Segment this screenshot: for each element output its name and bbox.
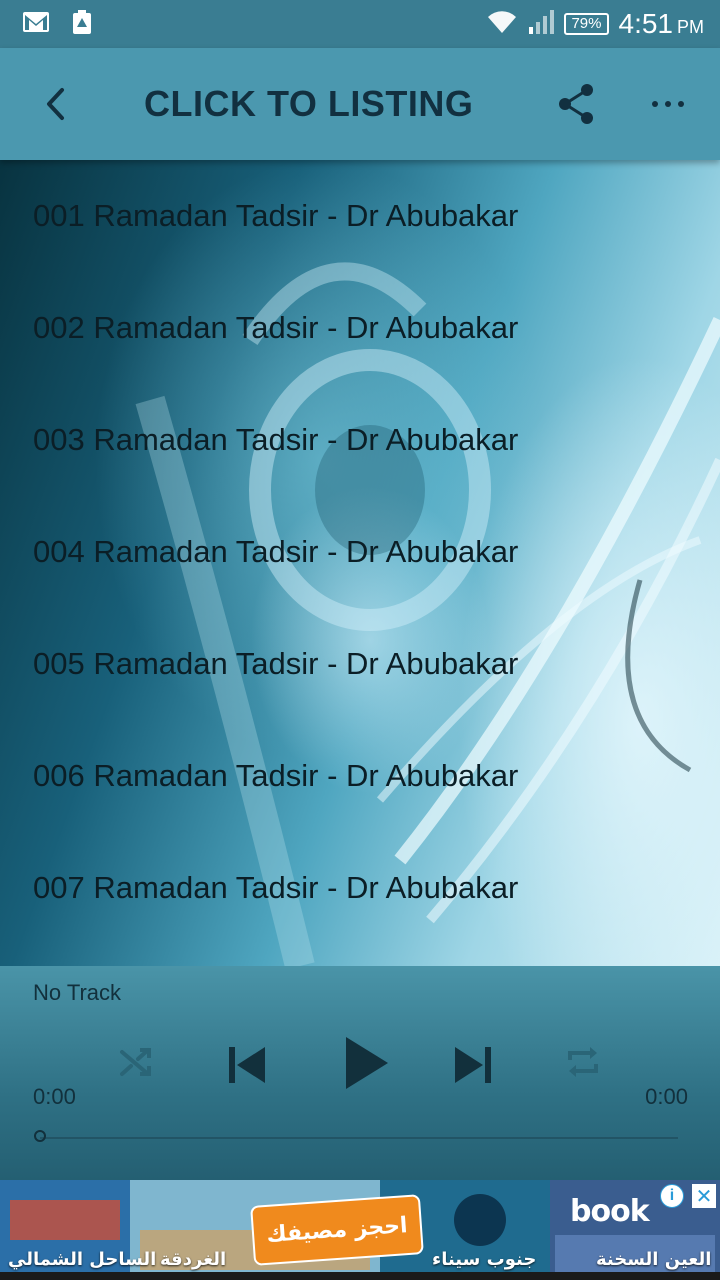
track-item[interactable]: 004 Ramadan Tadsir - Dr Abubakar — [0, 496, 720, 608]
now-playing-label: No Track — [33, 980, 122, 1005]
shuffle-button[interactable] — [114, 1040, 158, 1084]
play-button[interactable] — [336, 1028, 396, 1098]
track-list: 001 Ramadan Tadsir - Dr Abubakar 002 Ram… — [0, 160, 720, 944]
ad-label: الساحل الشمالي — [8, 1249, 157, 1270]
back-arrow-icon — [47, 88, 64, 120]
status-bar: 79% 4:51 PM — [0, 0, 720, 48]
seek-bar[interactable] — [40, 1137, 678, 1139]
track-item[interactable]: 007 Ramadan Tadsir - Dr Abubakar — [0, 832, 720, 944]
audio-player: No Track 0:00 0:00 — [0, 966, 720, 1180]
share-button[interactable] — [550, 76, 602, 132]
shuffle-icon — [120, 1048, 151, 1076]
ad-cta-button[interactable]: احجز مصيفك — [250, 1194, 424, 1266]
skip-previous-icon — [229, 1047, 265, 1083]
current-time: 0:00 — [33, 1084, 76, 1109]
share-icon — [559, 84, 593, 124]
play-icon — [346, 1037, 388, 1089]
more-dots-icon — [652, 101, 684, 107]
track-item[interactable]: 002 Ramadan Tadsir - Dr Abubakar — [0, 272, 720, 384]
track-item[interactable]: 006 Ramadan Tadsir - Dr Abubakar — [0, 720, 720, 832]
track-item[interactable]: 001 Ramadan Tadsir - Dr Abubakar — [0, 160, 720, 272]
ad-close-icon[interactable]: ✕ — [692, 1184, 716, 1208]
more-options-button[interactable] — [640, 76, 696, 132]
track-list-area[interactable]: 001 Ramadan Tadsir - Dr Abubakar 002 Ram… — [0, 160, 720, 966]
track-item[interactable]: 005 Ramadan Tadsir - Dr Abubakar — [0, 608, 720, 720]
signal-icon — [528, 9, 555, 40]
seek-thumb[interactable] — [34, 1130, 46, 1142]
skip-next-icon — [455, 1047, 491, 1083]
drive-warning-icon — [72, 9, 92, 40]
ad-info-icon[interactable]: i — [660, 1184, 684, 1208]
previous-button[interactable] — [222, 1040, 272, 1090]
next-button[interactable] — [448, 1040, 498, 1090]
bottom-edge — [0, 1272, 720, 1280]
ad-label: جنوب سيناء — [432, 1249, 537, 1270]
player-controls — [0, 1026, 720, 1102]
battery-indicator: 79% — [564, 13, 609, 35]
repeat-icon — [568, 1047, 598, 1077]
ad-label: الغردقة — [160, 1249, 227, 1270]
page-title: CLICK TO LISTING — [144, 83, 474, 124]
clock-time: 4:51 — [618, 8, 674, 39]
app-bar: CLICK TO LISTING — [0, 48, 720, 160]
clock-ampm: PM — [677, 17, 704, 37]
ad-label: العين السخنة — [596, 1249, 712, 1270]
clock: 4:51 PM — [619, 8, 705, 40]
track-item[interactable]: 003 Ramadan Tadsir - Dr Abubakar — [0, 384, 720, 496]
gmail-icon — [22, 11, 50, 38]
wifi-icon — [486, 9, 518, 40]
ad-brand-logo: book — [570, 1194, 650, 1229]
total-time: 0:00 — [645, 1084, 688, 1109]
repeat-button[interactable] — [560, 1040, 606, 1084]
back-button[interactable] — [28, 76, 84, 132]
ad-banner[interactable]: الساحل الشمالي الغردقة احجز مصيفك جنوب س… — [0, 1180, 720, 1280]
